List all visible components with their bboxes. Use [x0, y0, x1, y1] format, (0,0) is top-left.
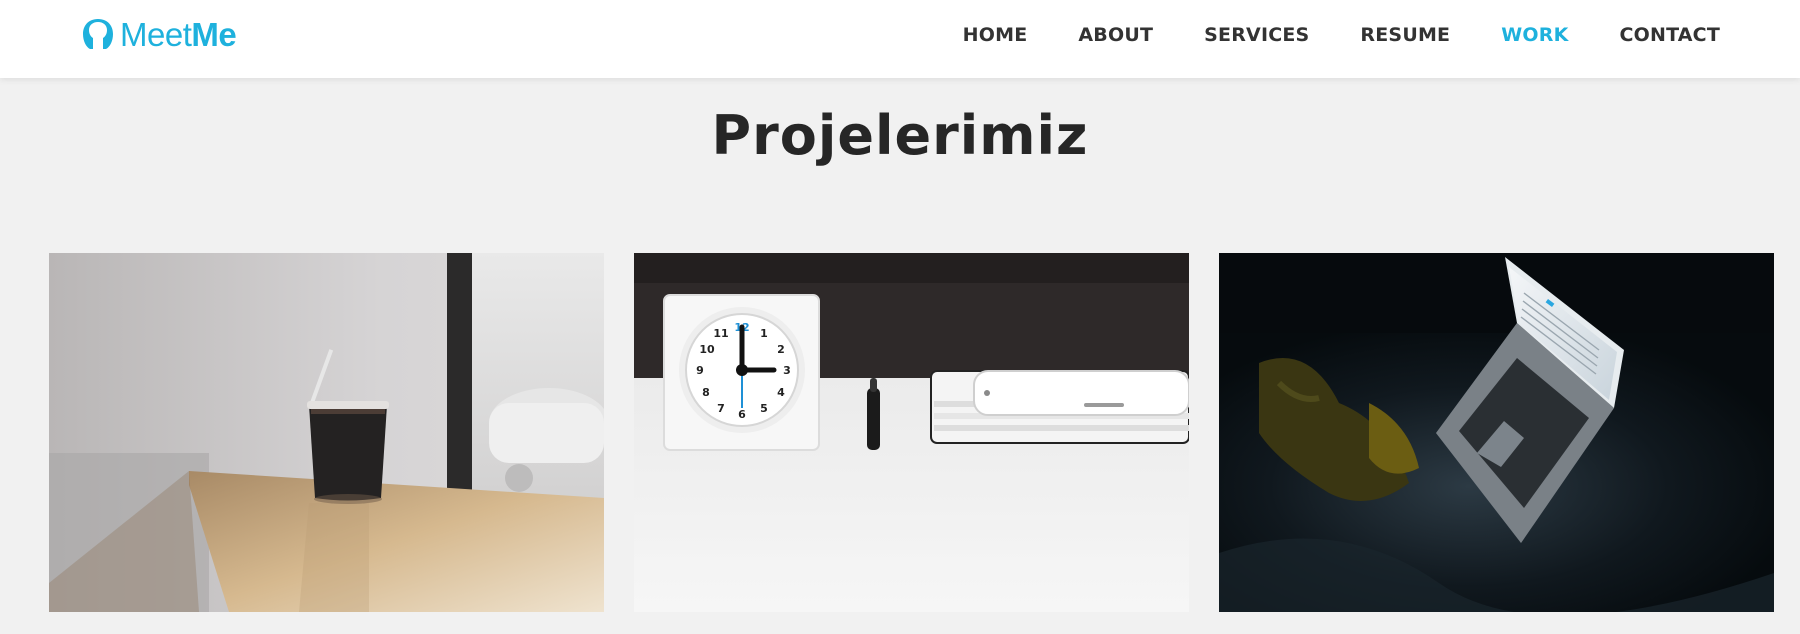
clock-number-10: 10 — [699, 343, 715, 356]
laptop-dark-image — [1219, 253, 1774, 612]
person-icon — [83, 19, 113, 49]
coffee-cup-image — [49, 253, 604, 612]
clock-number-6: 6 — [738, 408, 746, 421]
nav-resume[interactable]: RESUME — [1360, 24, 1450, 46]
main-nav: HOME ABOUT SERVICES RESUME WORK CONTACT — [963, 0, 1720, 70]
page-title: Projelerimiz — [711, 104, 1089, 167]
brand-name-bold: Me — [191, 15, 237, 53]
clock-desk-image: 12 1 2 3 4 5 6 7 8 9 10 11 — [634, 253, 1189, 612]
clock-number-1: 1 — [760, 327, 768, 340]
clock-number-11: 11 — [713, 327, 728, 340]
brand-name: MeetMe — [120, 15, 237, 53]
clock-number-9: 9 — [696, 364, 704, 377]
nav-home[interactable]: HOME — [963, 24, 1028, 46]
clock-number-7: 7 — [717, 402, 725, 415]
brand-name-light: Meet — [120, 15, 192, 53]
clock-number-4: 4 — [777, 386, 785, 399]
navbar: MeetMe HOME ABOUT SERVICES RESUME WORK C… — [0, 0, 1800, 78]
clock-number-8: 8 — [702, 386, 710, 399]
nav-services[interactable]: SERVICES — [1204, 24, 1309, 46]
work-item-coffee[interactable] — [49, 253, 604, 612]
nav-work[interactable]: WORK — [1501, 24, 1568, 46]
brand-logo[interactable]: MeetMe — [80, 14, 237, 54]
work-item-laptop[interactable] — [1219, 253, 1774, 612]
clock-number-2: 2 — [777, 343, 785, 356]
nav-contact[interactable]: CONTACT — [1620, 24, 1721, 46]
clock-number-5: 5 — [760, 402, 768, 415]
clock-number-3: 3 — [783, 364, 791, 377]
work-item-clock[interactable]: 12 1 2 3 4 5 6 7 8 9 10 11 — [634, 253, 1189, 612]
nav-about[interactable]: ABOUT — [1078, 24, 1153, 46]
